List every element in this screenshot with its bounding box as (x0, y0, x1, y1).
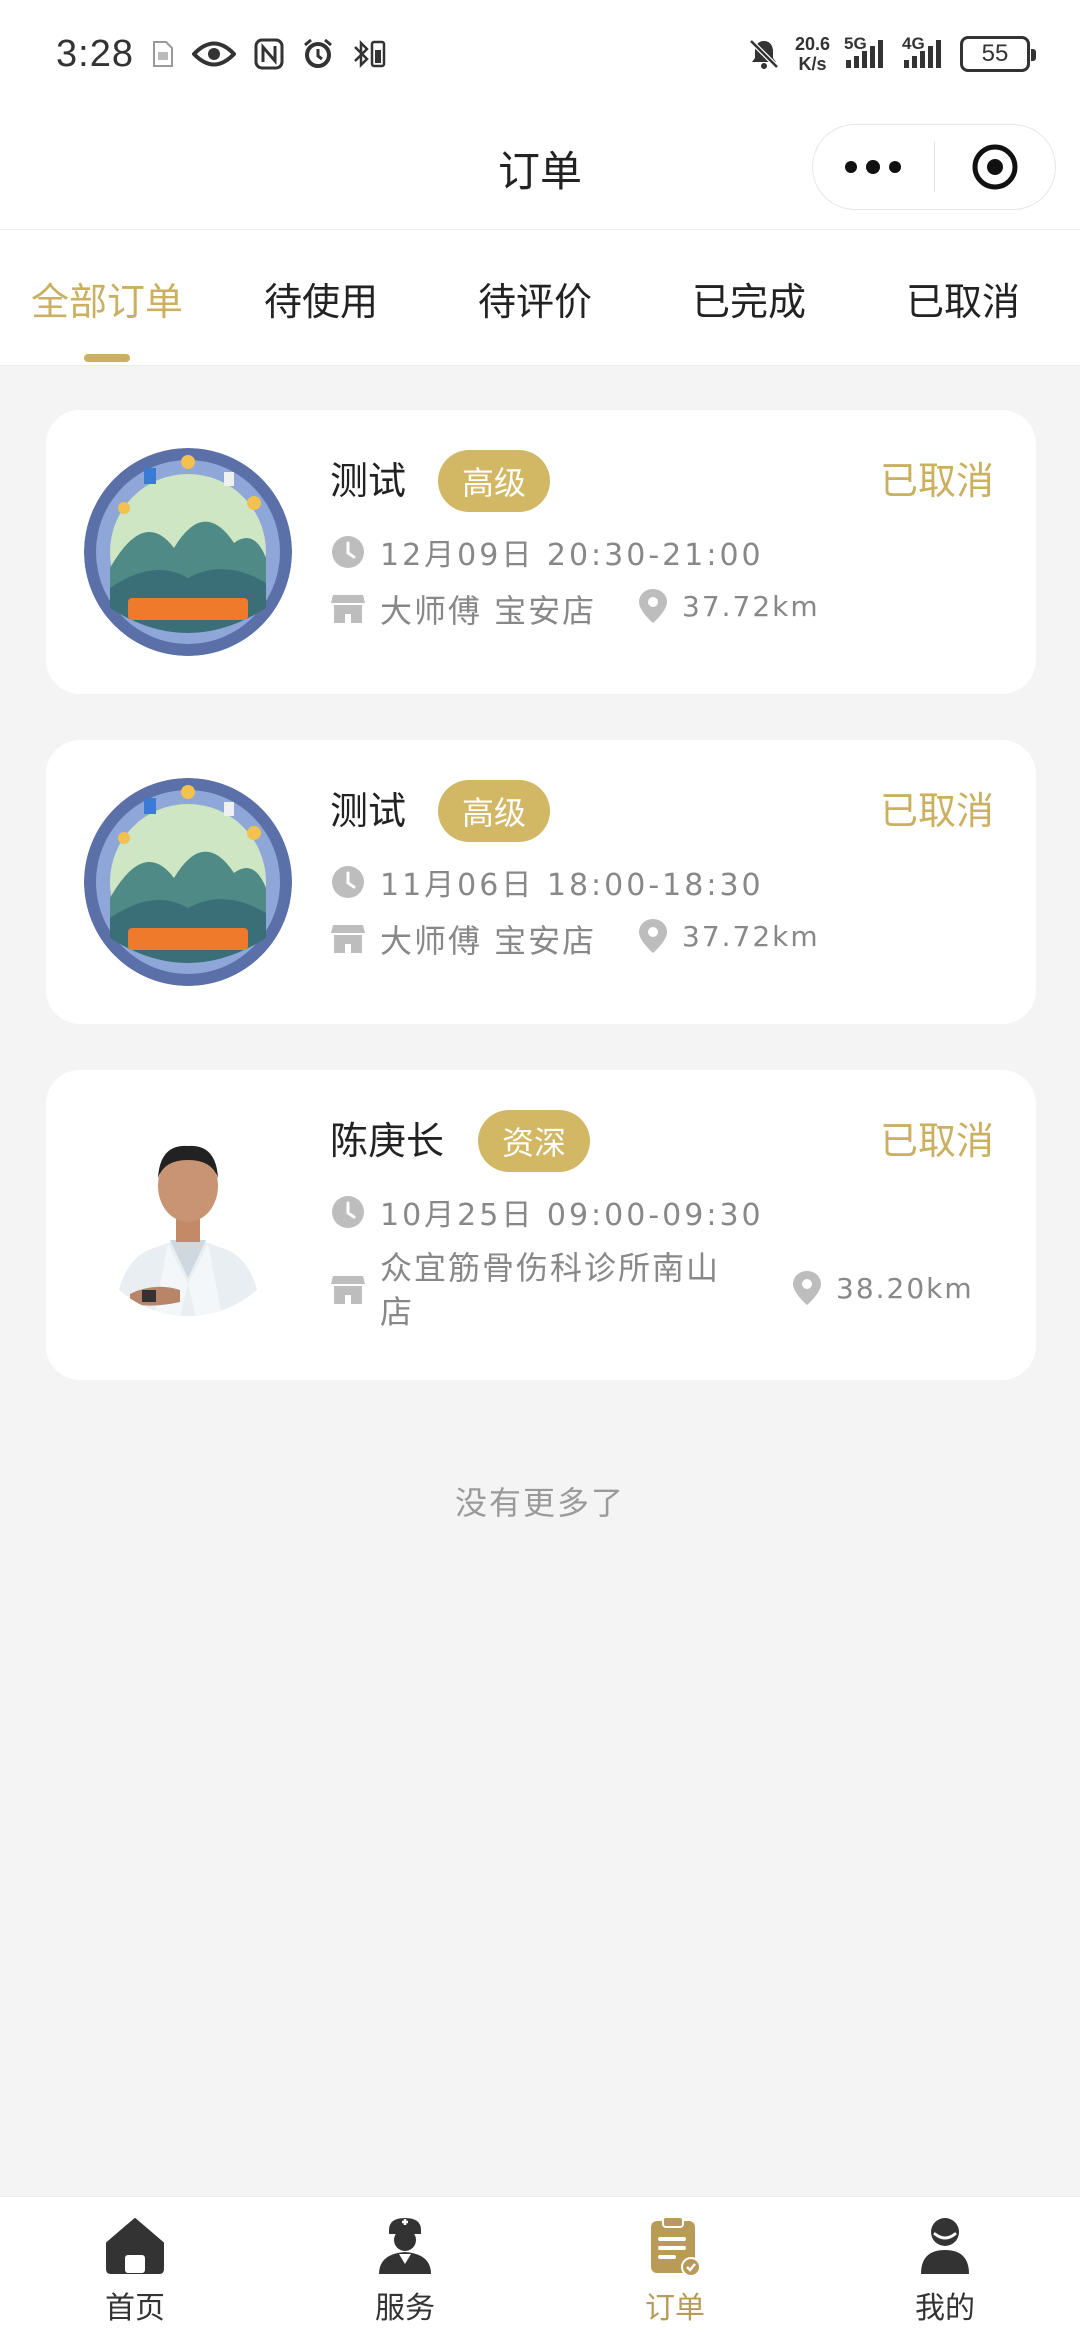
order-store-row: 大师傅 宝安店 (330, 586, 596, 632)
distance-value: 38.20km (836, 1271, 974, 1305)
store-name: 大师傅 宝安店 (380, 592, 597, 630)
bottom-nav: 首页 服务 订单 我的 (0, 2196, 1080, 2340)
order-datetime-row: 12月09日 20:30-21:00 (330, 530, 764, 574)
order-status: 已取消 (879, 789, 994, 833)
order-tabs: 全部订单 待使用 待评价 已完成 已取消 (0, 230, 1080, 366)
nav-home-label: 首页 (105, 2290, 165, 2326)
no-more-text: 没有更多了 (454, 1484, 625, 1522)
technician-name: 测试 (330, 459, 407, 503)
order-list: 测试 高级 已取消 12月09日 20:30-21:00 大师傅 宝安店 37.… (46, 410, 1036, 1426)
tab-to-review[interactable]: 待评价 (428, 230, 642, 366)
battery-indicator: 55 (960, 36, 1036, 72)
nav-mine-label: 我的 (915, 2290, 975, 2326)
order-datetime: 10月25日 09:00-09:30 (380, 1198, 764, 1233)
technician-name: 测试 (330, 789, 407, 833)
technician-name: 陈庚长 (330, 1119, 445, 1163)
home-icon (104, 2215, 166, 2277)
clock-icon (330, 864, 366, 900)
clock-icon (330, 534, 366, 570)
order-datetime-row: 11月06日 18:00-18:30 (330, 860, 764, 904)
nav-orders-label: 订单 (645, 2290, 705, 2326)
more-dots-icon (845, 160, 902, 174)
status-bar: 3:28 20.6 K/s 5G 4G 55 (0, 0, 1080, 108)
store-name: 众宜筋骨伤科诊所南山 店 (380, 1246, 720, 1334)
nfc-icon (254, 38, 284, 70)
nav-mine[interactable]: 我的 (810, 2197, 1080, 2340)
page-header: 订单 (0, 108, 1080, 230)
more-button[interactable] (813, 125, 934, 209)
location-pin-icon (792, 1270, 822, 1306)
nav-orders[interactable]: 订单 (540, 2197, 810, 2340)
order-datetime: 12月09日 20:30-21:00 (380, 538, 764, 573)
distance-value: 37.72km (682, 589, 820, 623)
alarm-icon (302, 38, 334, 70)
store-name: 大师傅 宝安店 (380, 922, 597, 960)
target-circle-icon (972, 144, 1018, 190)
sim-card-icon (152, 40, 174, 68)
order-datetime: 11月06日 18:00-18:30 (380, 868, 764, 903)
distance-value: 37.72km (682, 919, 820, 953)
tab-all-orders[interactable]: 全部订单 (0, 230, 214, 366)
order-store-row: 大师傅 宝安店 (330, 916, 596, 962)
order-status: 已取消 (879, 459, 994, 503)
tab-to-use[interactable]: 待使用 (214, 230, 428, 366)
signal-5g-label: 5G (844, 34, 867, 53)
distance: 37.72km (638, 918, 820, 954)
technician-avatar (84, 778, 292, 986)
location-pin-icon (638, 918, 668, 954)
store-name-line-2: 店 (380, 1293, 415, 1331)
store-icon (330, 921, 366, 957)
level-badge: 高级 (438, 780, 551, 842)
signal-4g-label: 4G (902, 34, 925, 53)
store-name-line-1: 众宜筋骨伤科诊所南山 (380, 1249, 721, 1287)
order-status: 已取消 (879, 1119, 994, 1163)
order-card[interactable]: 测试 高级 已取消 11月06日 18:00-18:30 大师傅 宝安店 37.… (46, 740, 1036, 1024)
miniapp-capsule (812, 124, 1056, 210)
technician-avatar (84, 448, 292, 656)
eye-icon (191, 39, 236, 69)
order-datetime-row: 10月25日 09:00-09:30 (330, 1190, 764, 1234)
nav-service-label: 服务 (375, 2290, 435, 2326)
distance: 38.20km (792, 1270, 974, 1306)
tab-completed[interactable]: 已完成 (642, 230, 856, 366)
order-card[interactable]: 陈庚长 资深 已取消 10月25日 09:00-09:30 众宜筋骨伤科诊所南山… (46, 1070, 1036, 1380)
user-icon (914, 2215, 976, 2277)
tab-cancelled[interactable]: 已取消 (856, 230, 1070, 366)
status-left: 3:28 (56, 33, 388, 76)
technician-photo (84, 1108, 292, 1316)
clock-icon (330, 1194, 366, 1230)
level-badge: 高级 (438, 450, 551, 512)
nav-service[interactable]: 服务 (270, 2197, 540, 2340)
order-card[interactable]: 测试 高级 已取消 12月09日 20:30-21:00 大师傅 宝安店 37.… (46, 410, 1036, 694)
location-pin-icon (638, 588, 668, 624)
signal-4g-icon: 4G (902, 34, 946, 70)
bluetooth-battery-icon (352, 38, 388, 70)
status-right: 20.6 K/s 5G 4G 55 (747, 34, 1036, 74)
net-speed-unit: K/s (798, 54, 827, 74)
store-icon (330, 1272, 366, 1308)
signal-5g-icon: 5G (844, 34, 888, 70)
close-miniapp-button[interactable] (935, 125, 1056, 209)
nav-home[interactable]: 首页 (0, 2197, 270, 2340)
net-speed: 20.6 K/s (795, 34, 830, 74)
status-time: 3:28 (56, 32, 134, 75)
net-speed-value: 20.6 (794, 34, 830, 54)
doctor-icon (374, 2215, 436, 2277)
store-icon (330, 591, 366, 627)
distance: 37.72km (638, 588, 820, 624)
order-store-row: 众宜筋骨伤科诊所南山 店 (330, 1246, 720, 1334)
mute-bell-icon (747, 37, 781, 71)
order-clipboard-icon (644, 2215, 706, 2277)
level-badge: 资深 (478, 1110, 591, 1172)
